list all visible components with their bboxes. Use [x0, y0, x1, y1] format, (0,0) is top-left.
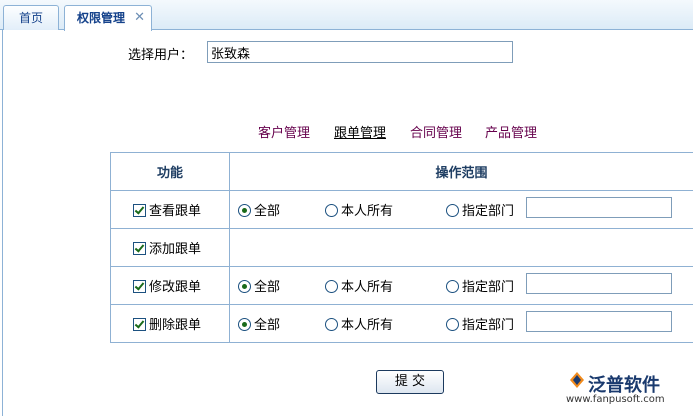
tab-home[interactable]: 首页: [3, 5, 59, 30]
scope-option[interactable]: 指定部门: [446, 200, 514, 219]
scope-cell: 全部 本人所有 指定部门: [229, 304, 693, 343]
option-label: 全部: [254, 318, 281, 333]
function-label: 添加跟单: [149, 242, 202, 257]
scope-option[interactable]: 全部: [238, 314, 280, 333]
option-label: 指定部门: [462, 204, 515, 219]
close-icon[interactable]: ✕: [134, 6, 145, 30]
function-cell: 查看跟单: [110, 190, 230, 229]
select-user-label: 选择用户：: [128, 48, 194, 63]
scope-option[interactable]: 全部: [238, 200, 280, 219]
radio-icon[interactable]: [325, 280, 338, 293]
table-header-row: 功能 操作范围: [110, 152, 693, 191]
scope-cell: 全部 本人所有 指定部门: [229, 266, 693, 305]
scope-cell: [229, 228, 693, 267]
radio-icon[interactable]: [446, 280, 459, 293]
checkbox-delete[interactable]: [133, 318, 146, 331]
scope-option[interactable]: 指定部门: [446, 276, 514, 295]
category-contract-management[interactable]: 合同管理: [410, 122, 462, 141]
checkbox-edit[interactable]: [133, 280, 146, 293]
radio-icon[interactable]: [446, 204, 459, 217]
table-row: 添加跟单: [110, 228, 693, 267]
function-cell: 删除跟单: [110, 304, 230, 343]
scope-option[interactable]: 本人所有: [325, 276, 393, 295]
scope-option[interactable]: 指定部门: [446, 314, 514, 333]
checkbox-add[interactable]: [133, 242, 146, 255]
checkbox-view[interactable]: [133, 204, 146, 217]
header-function: 功能: [110, 152, 230, 191]
scope-option[interactable]: 全部: [238, 276, 280, 295]
tab-bar: 首页 权限管理 ✕: [0, 0, 693, 31]
function-cell: 修改跟单: [110, 266, 230, 305]
department-input[interactable]: [526, 273, 672, 294]
scope-option[interactable]: 本人所有: [325, 200, 393, 219]
option-label: 全部: [254, 280, 281, 295]
radio-icon[interactable]: [325, 318, 338, 331]
logo-icon: [570, 372, 584, 388]
radio-icon[interactable]: [325, 204, 338, 217]
tab-permission-management[interactable]: 权限管理 ✕: [64, 5, 152, 31]
function-label: 删除跟单: [149, 318, 202, 333]
category-product-management[interactable]: 产品管理: [485, 122, 537, 141]
option-label: 本人所有: [341, 204, 394, 219]
radio-icon[interactable]: [238, 204, 251, 217]
submit-button[interactable]: 提 交: [376, 370, 444, 394]
option-label: 指定部门: [462, 318, 515, 333]
category-customer-management[interactable]: 客户管理: [258, 122, 310, 141]
radio-icon[interactable]: [238, 318, 251, 331]
option-label: 本人所有: [341, 318, 394, 333]
table-row: 查看跟单 全部 本人所有 指定部门: [110, 190, 693, 229]
logo-url: www.fanpusoft.com: [566, 394, 665, 405]
radio-icon[interactable]: [238, 280, 251, 293]
option-label: 全部: [254, 204, 281, 219]
select-user-input[interactable]: [207, 41, 513, 63]
function-cell: 添加跟单: [110, 228, 230, 267]
scope-option[interactable]: 本人所有: [325, 314, 393, 333]
department-input[interactable]: [526, 311, 672, 332]
table-row: 修改跟单 全部 本人所有 指定部门: [110, 266, 693, 305]
permission-table: 功能 操作范围 查看跟单 全部 本人所有 指定部门 添加跟单 修改跟单 全部 本…: [110, 152, 693, 343]
brand-logo: 泛普软件 www.fanpusoft.com: [566, 368, 690, 412]
header-scope: 操作范围: [229, 152, 693, 191]
option-label: 指定部门: [462, 280, 515, 295]
category-follow-up-management[interactable]: 跟单管理: [334, 122, 386, 141]
radio-icon[interactable]: [446, 318, 459, 331]
department-input[interactable]: [526, 197, 672, 218]
table-row: 删除跟单 全部 本人所有 指定部门: [110, 304, 693, 343]
tab-label: 权限管理: [77, 11, 126, 25]
function-label: 查看跟单: [149, 204, 202, 219]
option-label: 本人所有: [341, 280, 394, 295]
scope-cell: 全部 本人所有 指定部门: [229, 190, 693, 229]
function-label: 修改跟单: [149, 280, 202, 295]
